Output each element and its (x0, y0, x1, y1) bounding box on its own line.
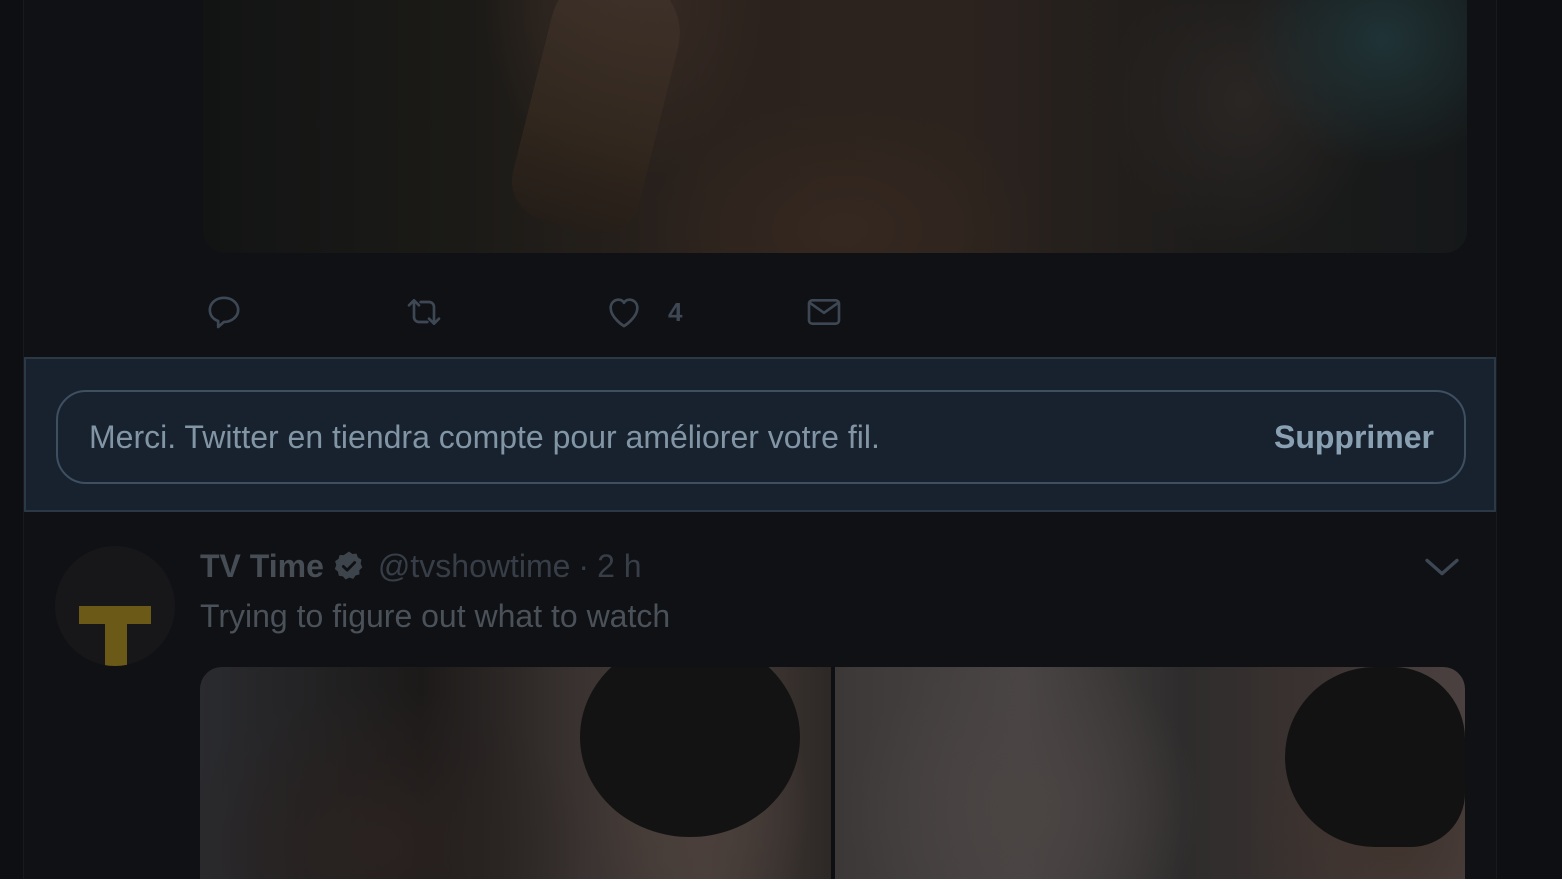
envelope-icon (807, 299, 841, 325)
like-count: 4 (668, 296, 683, 327)
like-button[interactable]: 4 (604, 290, 682, 334)
media-subject (1284, 667, 1465, 847)
reply-button[interactable] (204, 290, 244, 334)
media-subject (503, 0, 693, 242)
direct-message-button[interactable] (804, 290, 844, 334)
reply-bubble-icon (208, 296, 240, 329)
header-separator: · (578, 547, 590, 584)
tweet-header: TV Time @tvshowtime · 2 h (200, 544, 642, 588)
timeline: 4 Merci. Twitter en tiendra compte pour … (23, 0, 1497, 879)
tweet-media-grid (200, 667, 1465, 879)
tweet[interactable]: TV Time @tvshowtime · 2 h Trying to figu… (24, 512, 1496, 879)
tweet-media-image[interactable] (203, 0, 1467, 253)
feedback-banner: Merci. Twitter en tiendra compte pour am… (24, 357, 1496, 512)
retweet-icon (407, 299, 441, 325)
heart-icon (609, 298, 639, 328)
avatar-logo-stem (105, 606, 127, 666)
page: 4 Merci. Twitter en tiendra compte pour … (0, 0, 1562, 879)
avatar[interactable] (55, 546, 175, 666)
tweet-text: Trying to figure out what to watch (200, 598, 671, 634)
tweet-action-bar: 4 (204, 290, 1004, 334)
feedback-pill: Merci. Twitter en tiendra compte pour am… (56, 390, 1466, 484)
chevron-down-icon[interactable] (1422, 552, 1462, 582)
verified-badge-icon (334, 551, 363, 580)
tweet-timestamp[interactable]: 2 h (597, 548, 641, 585)
retweet-button[interactable] (404, 290, 444, 334)
feedback-message: Merci. Twitter en tiendra compte pour am… (89, 418, 880, 455)
media-subject (580, 667, 800, 837)
display-name[interactable]: TV Time (200, 548, 324, 585)
user-handle[interactable]: @tvshowtime (378, 548, 571, 585)
tweet-media-image-1[interactable] (200, 667, 831, 879)
tweet-media-image-2[interactable] (834, 667, 1465, 879)
undo-button[interactable]: Supprimer (1274, 419, 1434, 456)
